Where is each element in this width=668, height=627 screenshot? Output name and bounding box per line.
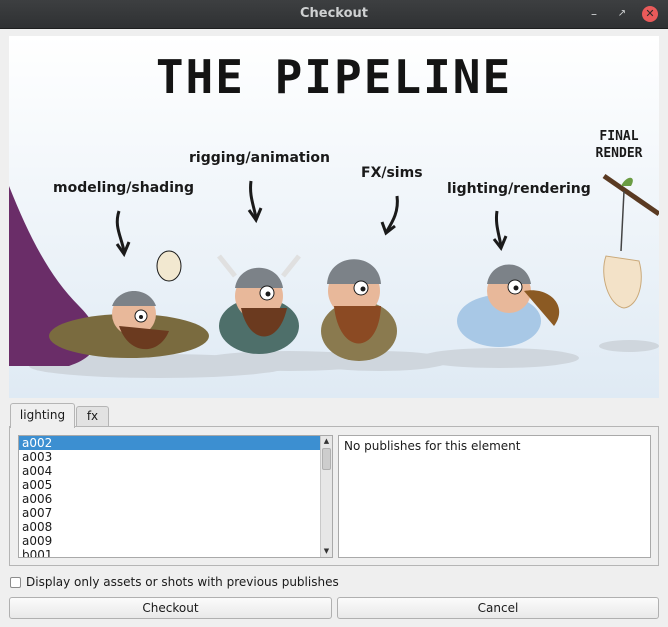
scroll-up-icon[interactable]: ▲ <box>321 436 332 447</box>
list-item[interactable]: a006 <box>19 492 332 506</box>
stage-label-fx: FX/sims <box>361 165 423 181</box>
list-item[interactable]: a008 <box>19 520 332 534</box>
details-message: No publishes for this element <box>344 439 521 453</box>
list-scrollbar[interactable]: ▲ ▼ <box>320 436 332 557</box>
cancel-button[interactable]: Cancel <box>337 597 659 619</box>
list-item[interactable]: a003 <box>19 450 332 464</box>
tab-lighting[interactable]: lighting <box>10 403 75 428</box>
publishes-filter-checkbox[interactable] <box>10 576 21 588</box>
final-label-line-1: FINAL <box>599 129 639 144</box>
final-label-line-2: RENDER <box>595 146 643 161</box>
banner-title: THE PIPELINE <box>155 50 513 104</box>
maximize-icon[interactable]: ↗ <box>614 6 630 22</box>
publishes-filter-label[interactable]: Display only assets or shots with previo… <box>26 575 339 589</box>
window-title: Checkout <box>299 6 368 21</box>
list-item[interactable]: a007 <box>19 506 332 520</box>
element-list[interactable]: a002 a003 a004 a005 a006 a007 a008 a009 … <box>18 435 333 558</box>
list-item[interactable]: a004 <box>19 464 332 478</box>
tab-panel: a002 a003 a004 a005 a006 a007 a008 a009 … <box>9 426 659 566</box>
list-item[interactable]: a005 <box>19 478 332 492</box>
list-item[interactable]: a002 <box>19 436 332 450</box>
publish-details: No publishes for this element <box>338 435 651 558</box>
minimize-icon[interactable]: – <box>586 6 602 22</box>
filter-row[interactable]: Display only assets or shots with previo… <box>10 575 339 589</box>
scroll-down-icon[interactable]: ▼ <box>321 546 332 557</box>
stage-label-modeling: modeling/shading <box>53 180 194 196</box>
stage-label-rigging: rigging/animation <box>189 150 330 166</box>
window-titlebar: Checkout – ↗ ✕ <box>0 0 668 29</box>
pipeline-banner-image: THE PIPELINE modeling/shading rigging/an… <box>9 36 659 398</box>
list-item[interactable]: b001 <box>19 548 332 557</box>
final-render-label: FINAL RENDER <box>579 128 659 162</box>
scrollbar-thumb[interactable] <box>322 448 331 470</box>
checkout-button[interactable]: Checkout <box>9 597 332 619</box>
tab-fx[interactable]: fx <box>76 406 109 427</box>
close-icon[interactable]: ✕ <box>642 6 658 22</box>
list-item[interactable]: a009 <box>19 534 332 548</box>
stage-label-lighting: lighting/rendering <box>447 181 591 197</box>
